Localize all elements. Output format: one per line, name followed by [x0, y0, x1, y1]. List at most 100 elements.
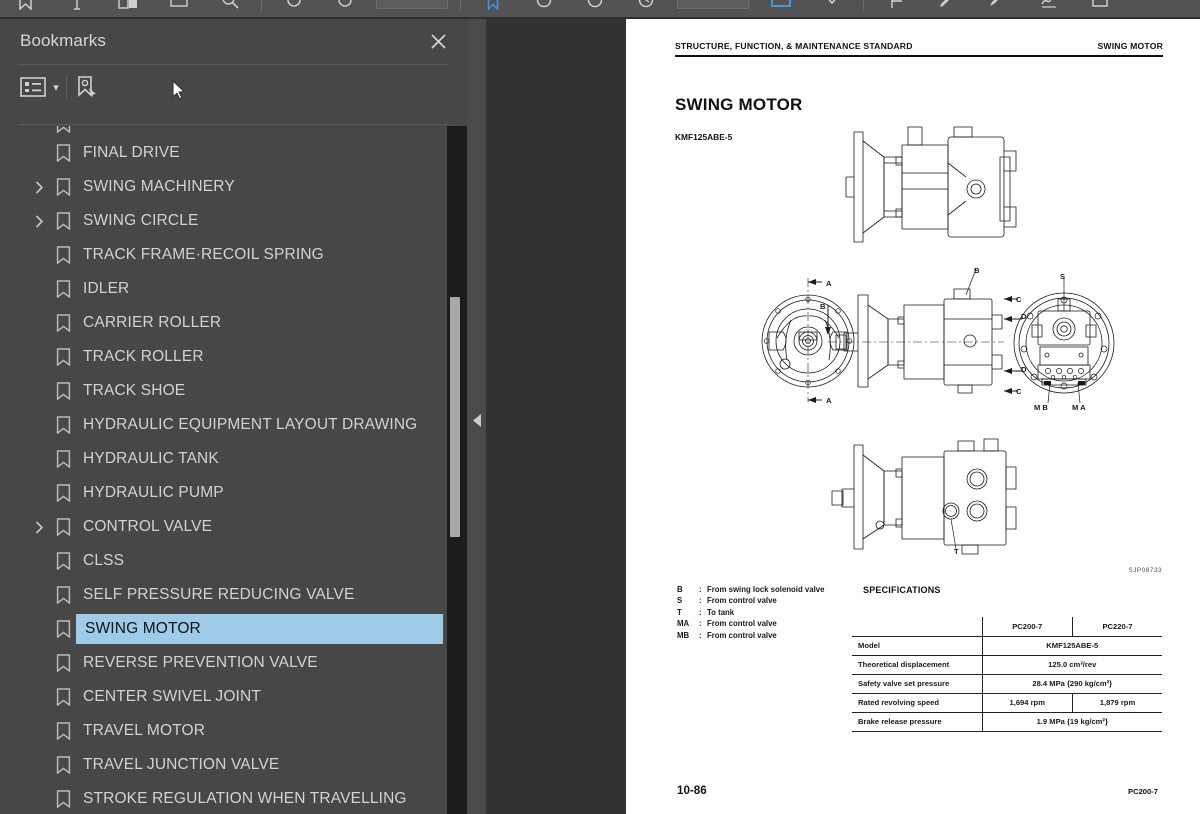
bookmark-item[interactable]: STROKE REGULATION WHEN TRAVELLING [0, 782, 447, 814]
bookmark-item[interactable]: CARRIER ROLLER [0, 306, 447, 340]
document-page: STRUCTURE, FUNCTION, & MAINTENANCE STAND… [626, 19, 1200, 814]
bookmark-item[interactable]: HYDRAULIC EQUIPMENT LAYOUT DRAWING [0, 408, 447, 442]
page-number-field[interactable] [376, 0, 448, 9]
bookmark-item[interactable]: FINAL DRIVE [0, 136, 447, 170]
table-row: Brake release pressure 1.9 MPa {19 kg/cm²… [852, 711, 1162, 732]
bookmark-item-label: CENTER SWIVEL JOINT [83, 688, 261, 705]
bookmark-item[interactable]: TRAVEL MOTOR [0, 714, 447, 748]
flag-icon[interactable] [870, 0, 921, 17]
bookmark-item[interactable]: TRACK FRAME·RECOIL SPRING [0, 238, 447, 272]
page-layout-icon[interactable] [102, 0, 153, 17]
column-header-blank [852, 617, 982, 637]
bookmark-item[interactable] [0, 126, 447, 136]
bookmark-icon [56, 586, 71, 605]
bookmark-item[interactable]: TRACK SHOE [0, 374, 447, 408]
bookmark-item-label: SWING MOTOR [85, 620, 201, 637]
fit-page-icon[interactable] [153, 0, 204, 17]
undo-icon[interactable] [518, 0, 569, 17]
bookmark-item-label: CLSS [83, 552, 125, 569]
label-section-a-bottom: A [826, 396, 832, 405]
legend-colon: : [699, 630, 702, 640]
zoom-tool-icon[interactable] [204, 0, 255, 17]
bookmark-item[interactable]: CLSS [0, 544, 447, 578]
signature-icon[interactable] [1023, 0, 1074, 17]
legend-row: S: From control valve [677, 595, 824, 606]
label-port-ma: M A [1072, 403, 1086, 412]
legend-text: To tank [707, 607, 735, 617]
port-legend: B: From swing lock solenoid valve S: From c… [677, 584, 824, 641]
text-cursor-icon[interactable] [51, 0, 102, 17]
specifications-table: PC200-7 PC220-7 Model KMF125ABE-5 Theoretica… [852, 617, 1162, 732]
bookmark-item[interactable]: IDLER [0, 272, 447, 306]
bookmark-item[interactable]: TRACK ROLLER [0, 340, 447, 374]
bookmark-icon [56, 246, 71, 265]
panel-toolbar-divider [66, 76, 67, 98]
bookmark-icon [56, 654, 71, 673]
bookmark-item-label: TRACK ROLLER [83, 348, 204, 365]
chevron-right-icon[interactable] [32, 180, 46, 194]
bookmark-item-label: CARRIER ROLLER [83, 314, 222, 331]
bookmarks-scrollbar-thumb[interactable] [450, 297, 460, 537]
bookmark-item-label: TRACK FRAME·RECOIL SPRING [83, 246, 324, 263]
bookmark-item[interactable]: CENTER SWIVEL JOINT [0, 680, 447, 714]
spec-label: Model [852, 635, 982, 656]
bookmarks-list[interactable]: FINAL DRIVE SWING MACHINERY SWING CIRCLE TR… [0, 126, 447, 814]
column-header-pc220: PC220-7 [1071, 617, 1162, 637]
legend-text: From control valve [707, 619, 777, 629]
spec-label: Safety valve set pressure [852, 673, 982, 694]
bookmark-icon [56, 484, 71, 503]
close-icon[interactable] [427, 30, 449, 52]
pen-icon[interactable] [921, 0, 972, 17]
bookmark-item-label: SELF PRESSURE REDUCING VALVE [83, 586, 355, 603]
bookmark-item-label: FINAL DRIVE [83, 144, 180, 161]
stamp-icon[interactable] [1074, 0, 1125, 17]
add-bookmark-icon[interactable] [467, 0, 518, 17]
panel-title: Bookmarks [20, 31, 106, 50]
column-header-pc200: PC200-7 [981, 617, 1073, 637]
collapse-panel-icon[interactable] [471, 412, 483, 428]
chevron-down-icon[interactable]: ▾ [48, 74, 64, 100]
bookmark-item[interactable]: SELF PRESSURE REDUCING VALVE [0, 578, 447, 612]
bookmark-item-label: IDLER [83, 280, 130, 297]
chevron-right-icon[interactable] [32, 214, 46, 228]
bookmark-item-label: HYDRAULIC EQUIPMENT LAYOUT DRAWING [83, 416, 418, 433]
new-bookmark-icon[interactable] [72, 74, 102, 100]
bookmark-icon [56, 416, 71, 435]
legend-text: From control valve [707, 630, 777, 640]
bookmark-item[interactable]: CONTROL VALVE [0, 510, 447, 544]
label-port-s: S [1060, 272, 1065, 281]
redo-icon[interactable] [569, 0, 620, 17]
rotate-ccw-icon[interactable] [268, 0, 319, 17]
bookmark-item[interactable]: REVERSE PREVENTION VALVE [0, 646, 447, 680]
marker-icon[interactable] [972, 0, 1023, 17]
chevron-right-icon[interactable] [32, 520, 46, 534]
bookmark-item[interactable]: SWING CIRCLE [0, 204, 447, 238]
bookmark-item[interactable]: HYDRAULIC TANK [0, 442, 447, 476]
bookmark-icon [56, 722, 71, 741]
bookmark-item-label: CONTROL VALVE [83, 518, 213, 535]
legend-key: S [677, 596, 683, 606]
table-row: Rated revolving speed 1,694 rpm 1,879 rpm [852, 692, 1162, 713]
bookmark-icon [56, 382, 71, 401]
legend-text: From swing lock solenoid valve [707, 585, 825, 594]
bookmark-item[interactable]: SWING MACHINERY [0, 170, 447, 204]
bookmark-item[interactable]: TRAVEL JUNCTION VALVE [0, 748, 447, 782]
legend-colon: : [699, 619, 702, 629]
legend-text: From control valve [707, 596, 777, 606]
rotate-cw-icon[interactable] [319, 0, 370, 17]
bookmarks-panel-toolbar: ▾ [0, 65, 467, 109]
bookmark-item[interactable]: HYDRAULIC PUMP [0, 476, 447, 510]
bookmark-tool-icon[interactable] [0, 0, 51, 17]
chevron-down-icon[interactable] [806, 0, 857, 17]
bookmark-item-selected[interactable]: SWING MOTOR [0, 612, 447, 646]
bookmark-icon [56, 620, 71, 639]
legend-colon: : [699, 607, 702, 617]
spec-value: KMF125ABE-5 [981, 635, 1162, 656]
history-icon[interactable] [620, 0, 671, 17]
zoom-level-field[interactable] [677, 0, 749, 9]
bookmark-icon [56, 126, 71, 134]
bookmark-item-label: REVERSE PREVENTION VALVE [83, 654, 318, 671]
list-options-icon[interactable] [18, 74, 48, 100]
label-section-b-top: B [974, 266, 980, 275]
fit-width-icon[interactable] [755, 0, 806, 17]
